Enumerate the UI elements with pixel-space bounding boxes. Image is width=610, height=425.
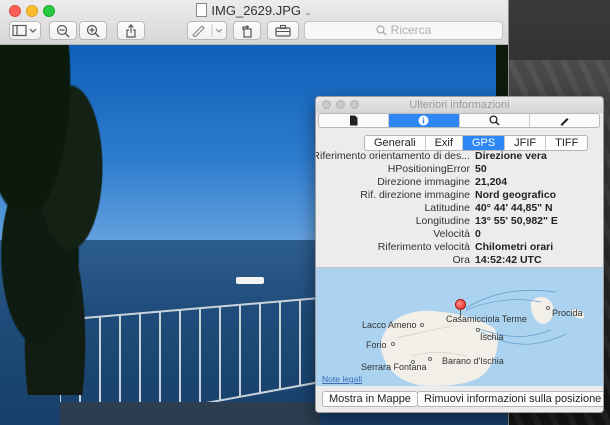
rotate-button[interactable] bbox=[233, 21, 261, 40]
inspector-section-selector bbox=[318, 113, 600, 128]
gps-properties-list: Riferimento orientamento di des... Direz… bbox=[316, 150, 603, 267]
zoom-in-button[interactable] bbox=[79, 21, 107, 40]
map-place-marker bbox=[391, 342, 395, 346]
markup-button[interactable] bbox=[187, 21, 227, 40]
property-label: Velocità bbox=[433, 228, 470, 240]
section-info[interactable] bbox=[389, 114, 460, 127]
inspector-footer: Mostra in Mappe Rimuovi informazioni sul… bbox=[316, 386, 603, 412]
property-value: 50 bbox=[475, 163, 487, 175]
chevron-down-icon: ⌄ bbox=[304, 7, 312, 17]
property-label: Ora bbox=[452, 254, 470, 266]
tab-generali[interactable]: Generali bbox=[365, 136, 426, 150]
map-place-label: Barano d'Ischia bbox=[442, 356, 504, 366]
inspector-title: Ulteriori informazioni bbox=[409, 99, 510, 111]
inspector-panel: Ulteriori informazioni Generali Exif GPS… bbox=[315, 96, 604, 413]
map-place-marker bbox=[411, 360, 415, 364]
property-label: Longitudine bbox=[415, 215, 470, 227]
edit-icon bbox=[560, 118, 569, 126]
property-row: Ora 14:52:42 UTC bbox=[316, 254, 603, 267]
section-file-info[interactable] bbox=[319, 114, 390, 127]
property-label: Latitudine bbox=[424, 202, 470, 214]
location-pin-stem bbox=[460, 309, 461, 317]
map-place-label: Lacco Ameno bbox=[362, 320, 417, 330]
zoom-out-icon bbox=[56, 24, 70, 38]
window-titlebar: IMG_2629.JPG ⌄ Ricerca bbox=[0, 0, 508, 45]
map-place-label: Serrara Fontana bbox=[361, 362, 427, 372]
remove-location-button[interactable]: Rimuovi informazioni sulla posizione bbox=[417, 391, 603, 407]
search-input[interactable]: Ricerca bbox=[304, 21, 503, 40]
zoom-in-icon bbox=[86, 24, 100, 38]
map-place-label: Forio bbox=[366, 340, 387, 350]
search-icon bbox=[376, 25, 387, 36]
property-value: Chilometri orari bbox=[475, 241, 554, 253]
map-place-label: Ischia bbox=[480, 332, 504, 342]
share-button[interactable] bbox=[117, 21, 145, 40]
search-icon bbox=[489, 115, 500, 126]
map-place-marker bbox=[476, 328, 480, 332]
window-title[interactable]: IMG_2629.JPG ⌄ bbox=[0, 3, 508, 20]
property-value: 14:52:42 UTC bbox=[475, 254, 542, 266]
window-title-text: IMG_2629.JPG bbox=[211, 3, 302, 18]
property-row: HPositioningError 50 bbox=[316, 163, 603, 176]
legal-notes-link[interactable]: Note legali bbox=[322, 374, 362, 384]
map-place-label: Casamicciola Terme bbox=[446, 314, 527, 324]
map-place-marker bbox=[420, 323, 424, 327]
property-value: Direzione vera bbox=[475, 150, 547, 162]
map-place-marker bbox=[546, 306, 550, 310]
tab-jfif[interactable]: JFIF bbox=[505, 136, 547, 150]
property-row: Velocità 0 bbox=[316, 228, 603, 241]
tab-exif[interactable]: Exif bbox=[426, 136, 463, 150]
document-icon bbox=[196, 3, 208, 17]
location-map[interactable]: Casamicciola Terme Lacco Ameno Ischia Fo… bbox=[316, 267, 603, 386]
sidebar-icon bbox=[12, 24, 37, 37]
property-label: Riferimento velocità bbox=[377, 241, 470, 253]
map-place-label: Procida bbox=[552, 308, 583, 318]
property-label: Direzione immagine bbox=[377, 176, 470, 188]
map-land bbox=[380, 289, 585, 386]
info-file-icon bbox=[350, 115, 358, 126]
sidebar-toggle-button[interactable] bbox=[9, 21, 41, 40]
property-row: Latitudine 40° 44' 44,85" N bbox=[316, 202, 603, 215]
info-icon bbox=[418, 115, 429, 126]
metadata-tabs: Generali Exif GPS JFIF TIFF bbox=[364, 135, 589, 151]
property-value: 13° 55' 50,982" E bbox=[475, 215, 558, 227]
search-placeholder: Ricerca bbox=[390, 23, 432, 37]
property-value: 0 bbox=[475, 228, 481, 240]
boat bbox=[236, 277, 264, 284]
zoom-out-button[interactable] bbox=[49, 21, 77, 40]
property-row: Longitudine 13° 55' 50,982" E bbox=[316, 215, 603, 228]
toolbox-icon bbox=[275, 24, 291, 37]
map-place-marker bbox=[428, 357, 432, 361]
property-label: HPositioningError bbox=[387, 163, 470, 175]
property-value: 21,204 bbox=[475, 176, 508, 188]
property-value: Nord geografico bbox=[475, 189, 557, 201]
tab-gps[interactable]: GPS bbox=[462, 136, 506, 150]
section-edit[interactable] bbox=[530, 114, 599, 127]
property-label: Rif. direzione immagine bbox=[360, 189, 470, 201]
rotate-icon bbox=[242, 25, 252, 38]
inspector-titlebar: Ulteriori informazioni bbox=[316, 97, 603, 113]
share-icon bbox=[126, 24, 136, 38]
show-in-maps-button[interactable]: Mostra in Mappe bbox=[322, 391, 418, 407]
property-label: Riferimento orientamento di des... bbox=[315, 150, 470, 162]
property-value: 40° 44' 44,85" N bbox=[475, 202, 553, 214]
property-row: Rif. direzione immagine Nord geografico bbox=[316, 189, 603, 202]
tree-foliage bbox=[0, 45, 130, 395]
property-row: Direzione immagine 21,204 bbox=[316, 176, 603, 189]
property-row: Riferimento velocità Chilometri orari bbox=[316, 241, 603, 254]
section-search[interactable] bbox=[460, 114, 530, 127]
tab-tiff[interactable]: TIFF bbox=[546, 136, 587, 150]
property-row: Riferimento orientamento di des... Direz… bbox=[316, 150, 603, 163]
toolbox-button[interactable] bbox=[267, 21, 299, 40]
markup-pen-icon bbox=[192, 24, 223, 37]
